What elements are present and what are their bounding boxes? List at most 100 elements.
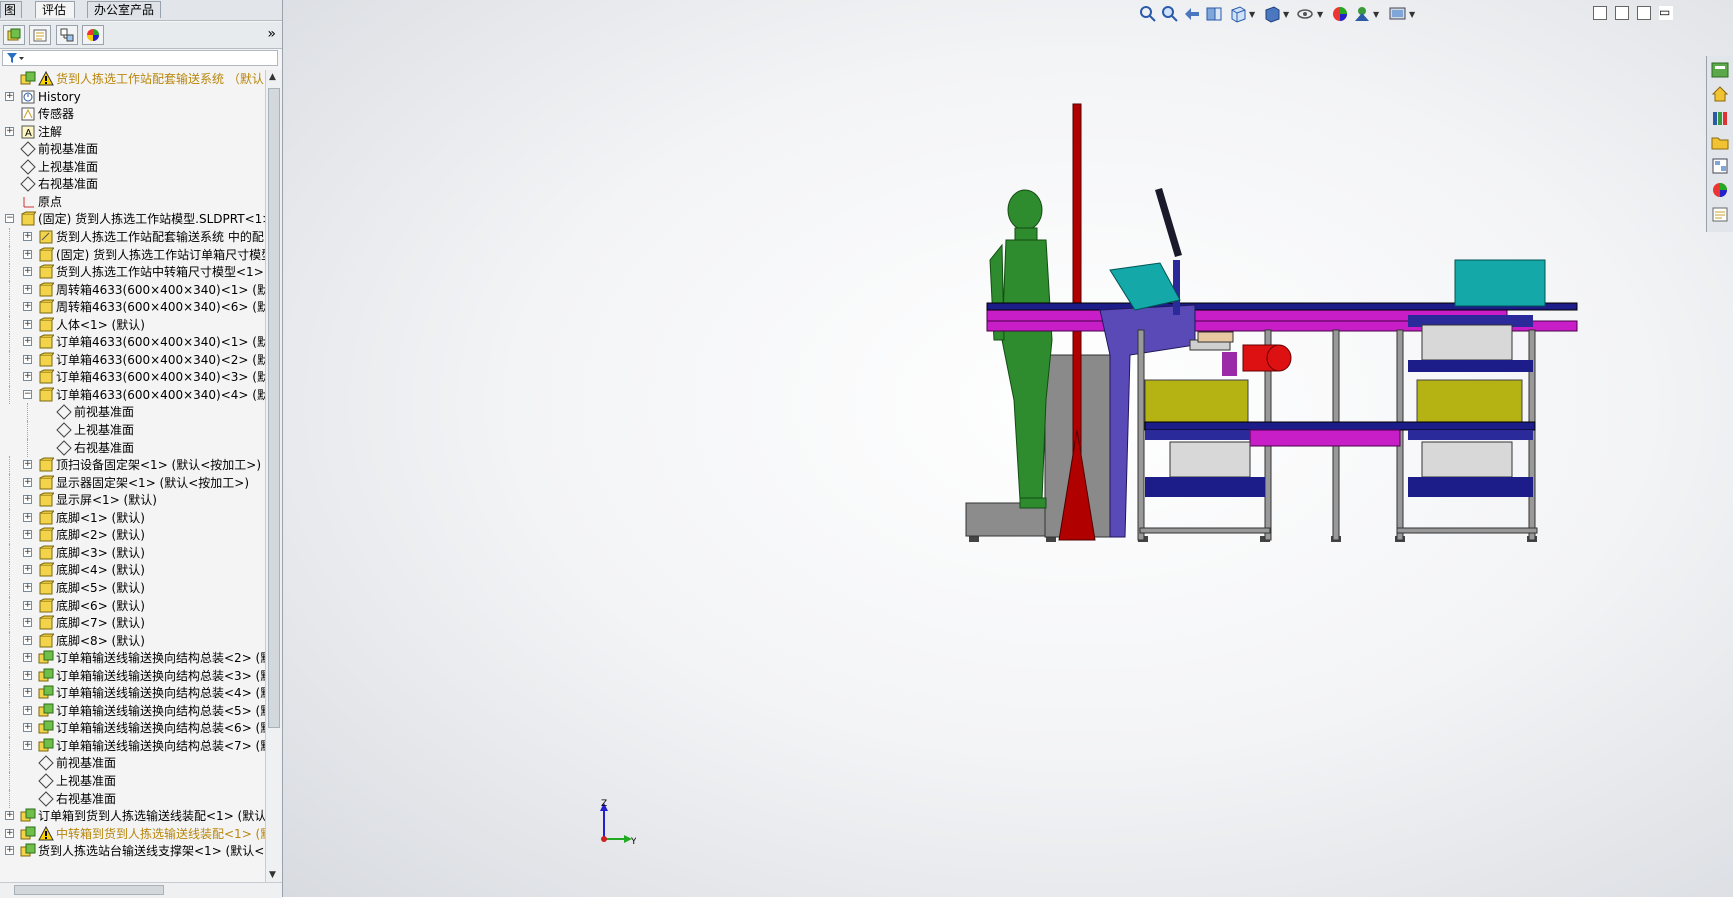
tree-guide-line <box>9 385 10 404</box>
file-explorer-icon[interactable] <box>1711 133 1729 151</box>
expand-toggle[interactable]: + <box>23 267 32 277</box>
previous-view-icon[interactable] <box>1182 4 1202 24</box>
plane-icon <box>38 755 54 772</box>
tree-guide-line <box>9 315 10 334</box>
expand-toggle[interactable]: + <box>23 354 32 364</box>
view-settings-icon[interactable] <box>1388 4 1408 24</box>
expand-toggle[interactable]: + <box>23 688 32 698</box>
view-orientation-icon[interactable] <box>1228 4 1248 24</box>
expand-toggle[interactable]: + <box>23 600 32 610</box>
assembly-model-view[interactable] <box>960 100 1590 560</box>
expand-toggle[interactable]: + <box>23 231 32 241</box>
expand-toggle[interactable]: + <box>23 477 32 487</box>
expand-toggle[interactable]: + <box>23 635 32 645</box>
expand-toggle[interactable]: + <box>23 512 32 522</box>
restore-window-icon[interactable] <box>1637 6 1651 20</box>
expand-toggle[interactable]: + <box>23 582 32 592</box>
tree-item-label: 底脚<8> (默认) <box>56 633 145 648</box>
expand-toggle[interactable]: + <box>5 126 14 136</box>
scroll-thumb[interactable] <box>268 88 280 728</box>
graphics-area[interactable]: ▼ ▼ ▼ ▼ ▼ ▭ Z Y <box>283 0 1733 897</box>
tree-filter-input[interactable] <box>2 50 278 66</box>
home-icon[interactable] <box>1711 85 1729 103</box>
collapse-toggle[interactable]: − <box>23 389 32 399</box>
tree-item-label: 底脚<5> (默认) <box>56 580 145 595</box>
expand-toggle[interactable]: + <box>23 284 32 294</box>
zoom-to-area-icon[interactable] <box>1160 4 1180 24</box>
hide-show-items-icon[interactable] <box>1296 4 1316 24</box>
design-library-icon[interactable] <box>1711 109 1729 127</box>
plane-icon <box>56 422 72 438</box>
tab-drawing[interactable]: 图 <box>0 1 22 18</box>
tree-guide-line <box>9 649 10 668</box>
solidworks-resources-icon[interactable] <box>1711 61 1729 79</box>
expand-toggle[interactable]: + <box>23 653 32 663</box>
apply-scene-icon[interactable] <box>1352 4 1372 24</box>
scroll-down-arrow[interactable]: ▼ <box>269 870 276 880</box>
section-view-icon[interactable] <box>1204 4 1224 24</box>
tree-guide-line <box>9 368 10 387</box>
expand-toggle[interactable]: + <box>23 618 32 628</box>
maximize-window-icon[interactable]: ▭ <box>1659 6 1673 20</box>
tree-item-label: 原点 <box>38 194 63 209</box>
tree-guide-line <box>9 263 10 282</box>
custom-properties-icon[interactable] <box>1711 205 1729 223</box>
expand-toggle[interactable]: + <box>23 670 32 680</box>
expand-toggle[interactable]: + <box>5 828 14 838</box>
display-manager-tab[interactable] <box>82 25 104 45</box>
tree-vertical-scrollbar[interactable]: ▲ ▼ <box>265 70 282 882</box>
hide-show-dropdown[interactable]: ▼ <box>1317 10 1323 19</box>
expand-toggle[interactable]: + <box>23 249 32 259</box>
property-manager-tab[interactable] <box>29 25 51 45</box>
feature-manager-tab[interactable] <box>3 25 25 45</box>
view-settings-dropdown[interactable]: ▼ <box>1409 10 1415 19</box>
view-orientation-dropdown[interactable]: ▼ <box>1249 10 1255 19</box>
tab-office-products[interactable]: 办公室产品 <box>87 1 161 18</box>
tree-horizontal-scrollbar[interactable] <box>0 882 282 898</box>
display-style-icon[interactable] <box>1262 4 1282 24</box>
edit-appearance-icon[interactable] <box>1330 4 1350 24</box>
horizontal-scroll-thumb[interactable] <box>14 885 164 895</box>
expand-toggle[interactable]: + <box>23 319 32 329</box>
tree-item-label: 底脚<7> (默认) <box>56 616 145 631</box>
part-icon <box>39 247 54 261</box>
tree-item-label: 订单箱到货到人拣选输送线装配<1> (默认 <box>38 809 265 824</box>
appearances-icon[interactable] <box>1711 181 1729 199</box>
expand-toggle[interactable]: + <box>5 846 14 856</box>
expand-toggle[interactable]: + <box>23 495 32 505</box>
configuration-manager-tab[interactable] <box>56 25 78 45</box>
expand-toggle[interactable]: + <box>23 302 32 312</box>
view-palette-icon[interactable] <box>1711 157 1729 175</box>
tab-evaluate[interactable]: 评估 <box>35 1 75 18</box>
tile-vertical-icon[interactable] <box>1615 6 1629 20</box>
expand-toggle[interactable]: + <box>23 372 32 382</box>
part-icon <box>39 580 54 595</box>
expand-toggle[interactable]: + <box>23 565 32 575</box>
middle-conveyor-rail <box>1144 421 1536 431</box>
display-style-dropdown[interactable]: ▼ <box>1283 10 1289 19</box>
expand-toggle[interactable]: + <box>5 811 14 821</box>
expand-toggle[interactable]: + <box>23 740 32 750</box>
tile-horizontal-icon[interactable] <box>1593 6 1607 20</box>
expand-toggle[interactable]: + <box>23 547 32 557</box>
scroll-up-arrow[interactable]: ▲ <box>269 72 276 82</box>
collapse-toggle[interactable]: − <box>5 214 14 224</box>
more-tabs-chevron[interactable]: » <box>267 26 276 42</box>
zoom-to-fit-icon[interactable] <box>1138 4 1158 24</box>
expand-toggle[interactable]: + <box>5 91 14 101</box>
expand-toggle[interactable]: + <box>23 460 32 470</box>
tree-guide-line <box>9 350 10 369</box>
expand-toggle[interactable]: + <box>23 705 32 715</box>
tree-item-label: 订单箱4633(600×400×340)<3> (默认 <box>56 370 265 385</box>
tree-item-label: 周转箱4633(600×400×340)<6> (默认 <box>56 300 265 315</box>
expand-toggle[interactable]: + <box>23 530 32 540</box>
expand-toggle[interactable]: + <box>23 337 32 347</box>
apply-scene-dropdown[interactable]: ▼ <box>1373 10 1379 19</box>
part-icon <box>39 527 54 542</box>
tree-item-label: 显示屏<1> (默认) <box>56 493 157 508</box>
tree-item-label: 上视基准面 <box>38 159 99 174</box>
filter-icon <box>7 53 24 63</box>
feature-manager-icon <box>7 28 21 41</box>
sketch-icon <box>39 230 53 244</box>
expand-toggle[interactable]: + <box>23 723 32 733</box>
